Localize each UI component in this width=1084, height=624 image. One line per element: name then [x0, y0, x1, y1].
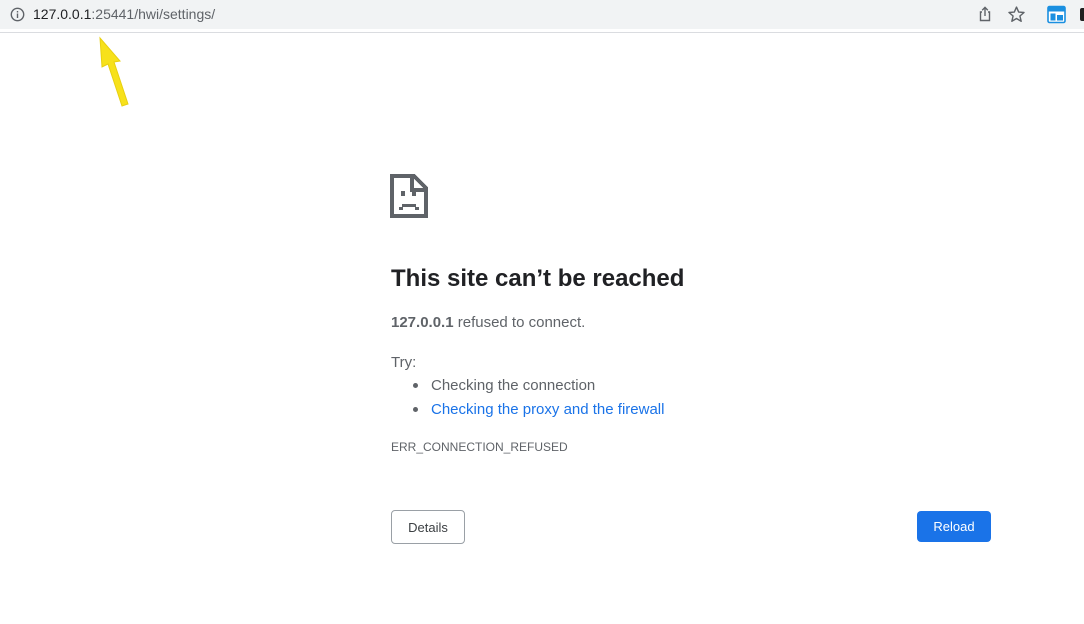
- annotation-arrow: [99, 36, 129, 107]
- reload-button[interactable]: Reload: [917, 511, 991, 542]
- url-text[interactable]: 127.0.0.1:25441/hwi/settings/: [33, 6, 215, 23]
- bullet-dot: [413, 383, 418, 388]
- error-message-text: refused to connect.: [453, 314, 586, 331]
- error-title: This site can’t be reached: [391, 265, 685, 292]
- info-icon[interactable]: [10, 7, 25, 22]
- star-icon[interactable]: [1007, 5, 1026, 24]
- details-button[interactable]: Details: [391, 510, 465, 544]
- url-path: :25441/hwi/settings/: [91, 6, 216, 22]
- extension-icon[interactable]: [1047, 5, 1066, 24]
- suggestion-check-proxy-link[interactable]: Checking the proxy and the firewall: [431, 400, 664, 419]
- error-code: ERR_CONNECTION_REFUSED: [391, 440, 568, 454]
- try-label: Try:: [391, 354, 417, 371]
- error-host: 127.0.0.1: [391, 314, 454, 331]
- share-icon[interactable]: [976, 5, 994, 23]
- address-bar[interactable]: 127.0.0.1:25441/hwi/settings/: [0, 0, 1084, 29]
- toolbar-divider: [0, 32, 1084, 33]
- suggestion-check-connection: Checking the connection: [431, 377, 596, 394]
- bullet-dot: [413, 407, 418, 412]
- extension-icon-partial[interactable]: [1080, 8, 1084, 21]
- url-host: 127.0.0.1: [33, 6, 92, 22]
- sad-page-icon: [390, 174, 428, 218]
- error-message: 127.0.0.1 refused to connect.: [391, 313, 585, 332]
